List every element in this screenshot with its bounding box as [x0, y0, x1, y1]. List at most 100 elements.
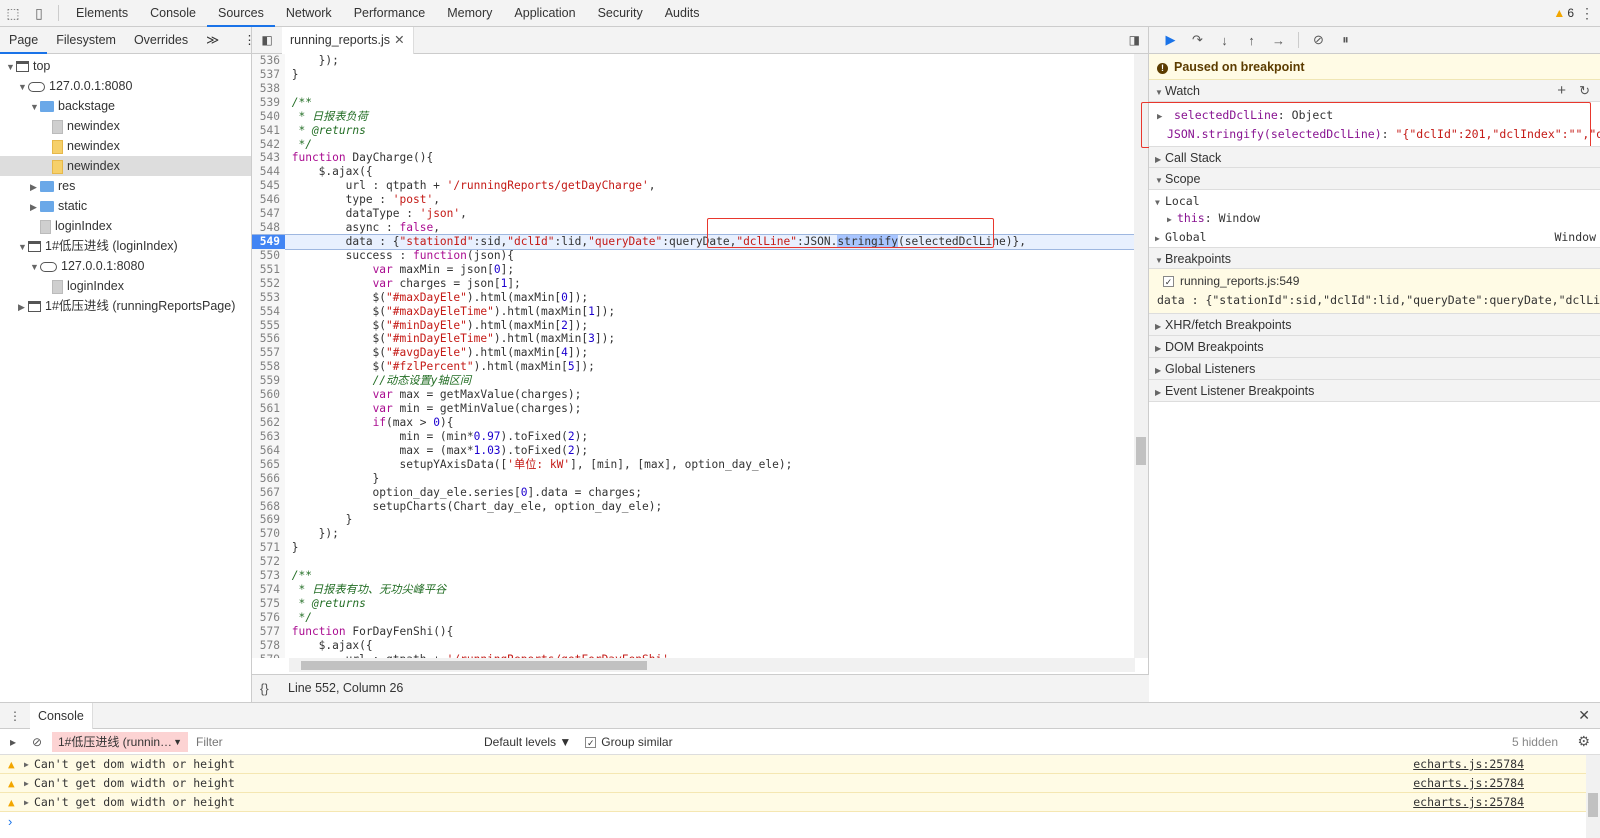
line-number[interactable]: 542 [252, 137, 285, 152]
tab-console[interactable]: Console [139, 0, 207, 27]
console-filter-input[interactable] [196, 731, 476, 752]
console-source-link[interactable]: echarts.js:25784 [1413, 774, 1524, 793]
code-line[interactable]: 570 }); [252, 527, 1135, 542]
console-warning[interactable]: ▲ ▶ Can't get dom width or height echarts.j… [0, 793, 1600, 812]
tab-performance[interactable]: Performance [343, 0, 437, 27]
tree-item[interactable]: ▼ 127.0.0.1:8080 [0, 256, 251, 276]
tree-item[interactable]: ▼ backstage [0, 96, 251, 116]
code-line[interactable]: 574 * 日报表有功、无功尖峰平谷 [252, 583, 1135, 597]
tree-item[interactable]: ▶ 1#低压进线 (runningReportsPage) [0, 296, 251, 316]
code-line[interactable]: 545 url : qtpath + '/runningReports/getD… [252, 179, 1135, 194]
tree-item[interactable]: ▼ top [0, 56, 251, 76]
line-number[interactable]: 548 [252, 221, 285, 235]
line-number[interactable]: 537 [252, 67, 285, 82]
section-header-event-listener-breakpoints[interactable]: ▶ Event Listener Breakpoints [1149, 380, 1600, 402]
scroll-thumb[interactable] [1588, 793, 1598, 817]
code-line[interactable]: 554 $("#maxDayEleTime").html(maxMin[1]); [252, 304, 1135, 319]
line-number[interactable]: 551 [252, 262, 285, 277]
section-header-dom-breakpoints[interactable]: ▶ DOM Breakpoints [1149, 336, 1600, 358]
tree-item[interactable]: ▶ res [0, 176, 251, 196]
tree-item[interactable]: ▶ static [0, 196, 251, 216]
toggle-navigator-icon[interactable]: ◧ [252, 33, 282, 47]
code-line[interactable]: 550 success : function(json){ [252, 248, 1135, 263]
code-line[interactable]: 540 * 日报表负荷 [252, 109, 1135, 124]
step-icon[interactable]: → [1265, 33, 1292, 48]
code-line[interactable]: 548 async : false, [252, 221, 1135, 235]
code-line[interactable]: 539 /** [252, 95, 1135, 110]
pretty-print-button[interactable]: {} [260, 675, 269, 702]
code-line[interactable]: 565 setupYAxisData(['单位: kW'], [min], [m… [252, 457, 1135, 472]
drawer-menu-icon[interactable]: ⋮ [0, 709, 30, 723]
line-number[interactable]: 568 [252, 499, 285, 514]
warning-counter[interactable]: ▲ 6 [1553, 0, 1574, 27]
console-source-link[interactable]: echarts.js:25784 [1413, 755, 1524, 774]
code-line[interactable]: 544 $.ajax({ [252, 165, 1135, 180]
code-line[interactable]: 547 dataType : 'json', [252, 207, 1135, 222]
more-options-icon[interactable]: ⋮ [1580, 0, 1594, 27]
scope-global[interactable]: ▶ Global Window [1149, 228, 1600, 247]
scope-section-header[interactable]: ▼ Scope [1149, 168, 1600, 190]
code-line[interactable]: 564 max = (max*1.03).toFixed(2); [252, 443, 1135, 458]
code-line[interactable]: 563 min = (min*0.97).toFixed(2); [252, 429, 1135, 444]
tab-filesystem[interactable]: Filesystem [47, 27, 125, 54]
code-line[interactable]: 560 var max = getMaxValue(charges); [252, 388, 1135, 403]
code-line[interactable]: 551 var maxMin = json[0]; [252, 262, 1135, 277]
tree-item[interactable]: newindex [0, 116, 251, 136]
line-number[interactable]: 566 [252, 471, 285, 486]
line-number[interactable]: 557 [252, 346, 285, 361]
code-line[interactable]: 546 type : 'post', [252, 193, 1135, 208]
watch-section-header[interactable]: ▼ Watch + ↻ [1149, 80, 1600, 102]
console-source-link[interactable]: echarts.js:25784 [1413, 793, 1524, 812]
code-line[interactable]: 577 function ForDayFenShi(){ [252, 624, 1135, 639]
tree-item[interactable]: loginIndex [0, 276, 251, 296]
line-number[interactable]: 574 [252, 583, 285, 597]
tree-item[interactable]: loginIndex [0, 216, 251, 236]
tab-overrides[interactable]: Overrides [125, 27, 197, 54]
breakpoints-section-header[interactable]: ▼ Breakpoints [1149, 247, 1600, 269]
scope-local[interactable]: ▼ Local [1149, 190, 1600, 209]
line-number[interactable]: 559 [252, 374, 285, 389]
line-number[interactable]: 578 [252, 638, 285, 653]
line-number[interactable]: 571 [252, 541, 285, 556]
line-number[interactable]: 573 [252, 569, 285, 584]
code-line[interactable]: 559 //动态设置y轴区间 [252, 374, 1135, 389]
breakpoint-item[interactable]: ✓ running_reports.js:549 data : {"station… [1149, 269, 1600, 314]
code-line[interactable]: 573 /** [252, 569, 1135, 584]
inspect-element-icon[interactable]: ⬚ [0, 0, 26, 26]
code-line[interactable]: 558 $("#fzlPercent").html(maxMin[5]); [252, 360, 1135, 375]
section-header-xhr-fetch-breakpoints[interactable]: ▶ XHR/fetch Breakpoints [1149, 314, 1600, 336]
code-line[interactable]: 571 } [252, 541, 1135, 556]
code-line[interactable]: 578 $.ajax({ [252, 638, 1135, 653]
call-stack-section-header[interactable]: ▶ Call Stack [1149, 146, 1600, 168]
tab-elements[interactable]: Elements [65, 0, 139, 27]
code-line[interactable]: 561 var min = getMinValue(charges); [252, 402, 1135, 416]
show-sidebar-icon[interactable]: ▸ [0, 735, 26, 749]
code-line[interactable]: 538 [252, 81, 1135, 96]
add-watch-icon[interactable]: + [1557, 80, 1566, 102]
tree-item[interactable]: newindex [0, 156, 251, 176]
clear-console-icon[interactable]: ⊘ [26, 735, 48, 749]
line-number[interactable]: 545 [252, 179, 285, 194]
line-number[interactable]: 539 [252, 95, 285, 110]
more-tabs-icon[interactable]: ≫ [197, 27, 228, 54]
line-number[interactable]: 562 [252, 415, 285, 430]
tab-page[interactable]: Page [0, 27, 48, 54]
line-number[interactable]: 569 [252, 513, 285, 528]
tab-sources[interactable]: Sources [206, 0, 275, 27]
code-line[interactable]: 562 if(max > 0){ [252, 415, 1135, 430]
group-similar-checkbox[interactable]: ✓ Group similar [585, 735, 673, 749]
console-warning[interactable]: ▲ ▶ Can't get dom width or height echarts.j… [0, 755, 1600, 774]
line-number[interactable]: 556 [252, 332, 285, 347]
code-line[interactable]: 576 */ [252, 610, 1135, 625]
code-line[interactable]: 566 } [252, 471, 1135, 486]
code-line[interactable]: 552 var charges = json[1]; [252, 276, 1135, 291]
editor-horizontal-scrollbar[interactable] [289, 658, 1135, 672]
code-line[interactable]: 572 [252, 555, 1135, 570]
line-number[interactable]: 552 [252, 276, 285, 291]
line-number[interactable]: 541 [252, 123, 285, 138]
line-number[interactable]: 577 [252, 624, 285, 639]
deactivate-breakpoints-icon[interactable]: ⊘ [1305, 32, 1332, 48]
line-number[interactable]: 546 [252, 193, 285, 208]
breakpoint-checkbox[interactable]: ✓ [1163, 276, 1174, 287]
line-number[interactable]: 563 [252, 429, 285, 444]
